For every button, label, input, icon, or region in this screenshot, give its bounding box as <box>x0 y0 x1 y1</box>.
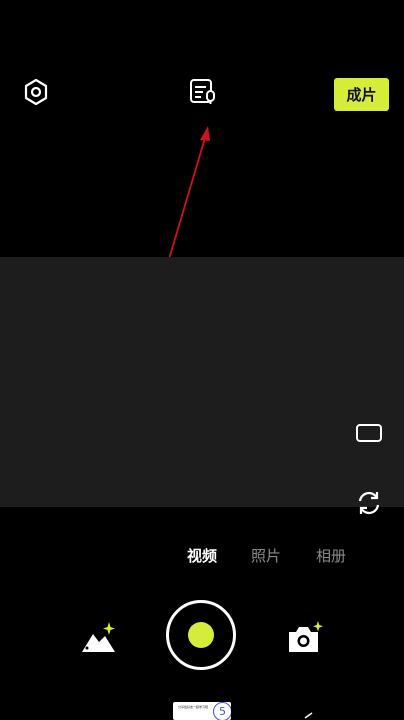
top-bar: 成片 <box>0 60 404 130</box>
shutter-inner-dot <box>188 622 214 648</box>
flip-camera-icon[interactable] <box>352 486 386 520</box>
script-prompter-icon[interactable] <box>186 76 218 108</box>
share-thumbnail[interactable]: 分享给好友一起学习吧 5 <box>173 702 231 720</box>
aspect-ratio-icon[interactable] <box>352 420 386 446</box>
finish-button[interactable]: 成片 <box>334 78 389 111</box>
gallery-sparkle-icon[interactable] <box>78 618 120 658</box>
camera-preview <box>0 257 404 507</box>
record-shutter-button[interactable] <box>166 600 236 670</box>
settings-icon[interactable] <box>20 76 52 108</box>
chevron-icon[interactable] <box>300 712 314 720</box>
mode-video-tab[interactable]: 视频 <box>187 545 217 566</box>
thumbnail-badge: 5 <box>213 702 231 720</box>
mode-photo-tab[interactable]: 照片 <box>251 545 281 566</box>
thumbnail-caption: 分享给好友一起学习吧 <box>178 705 209 709</box>
camera-sparkle-icon[interactable] <box>284 618 326 658</box>
mode-album-tab[interactable]: 相册 <box>316 545 346 566</box>
mode-switcher: 视频 照片 相册 <box>0 545 404 569</box>
